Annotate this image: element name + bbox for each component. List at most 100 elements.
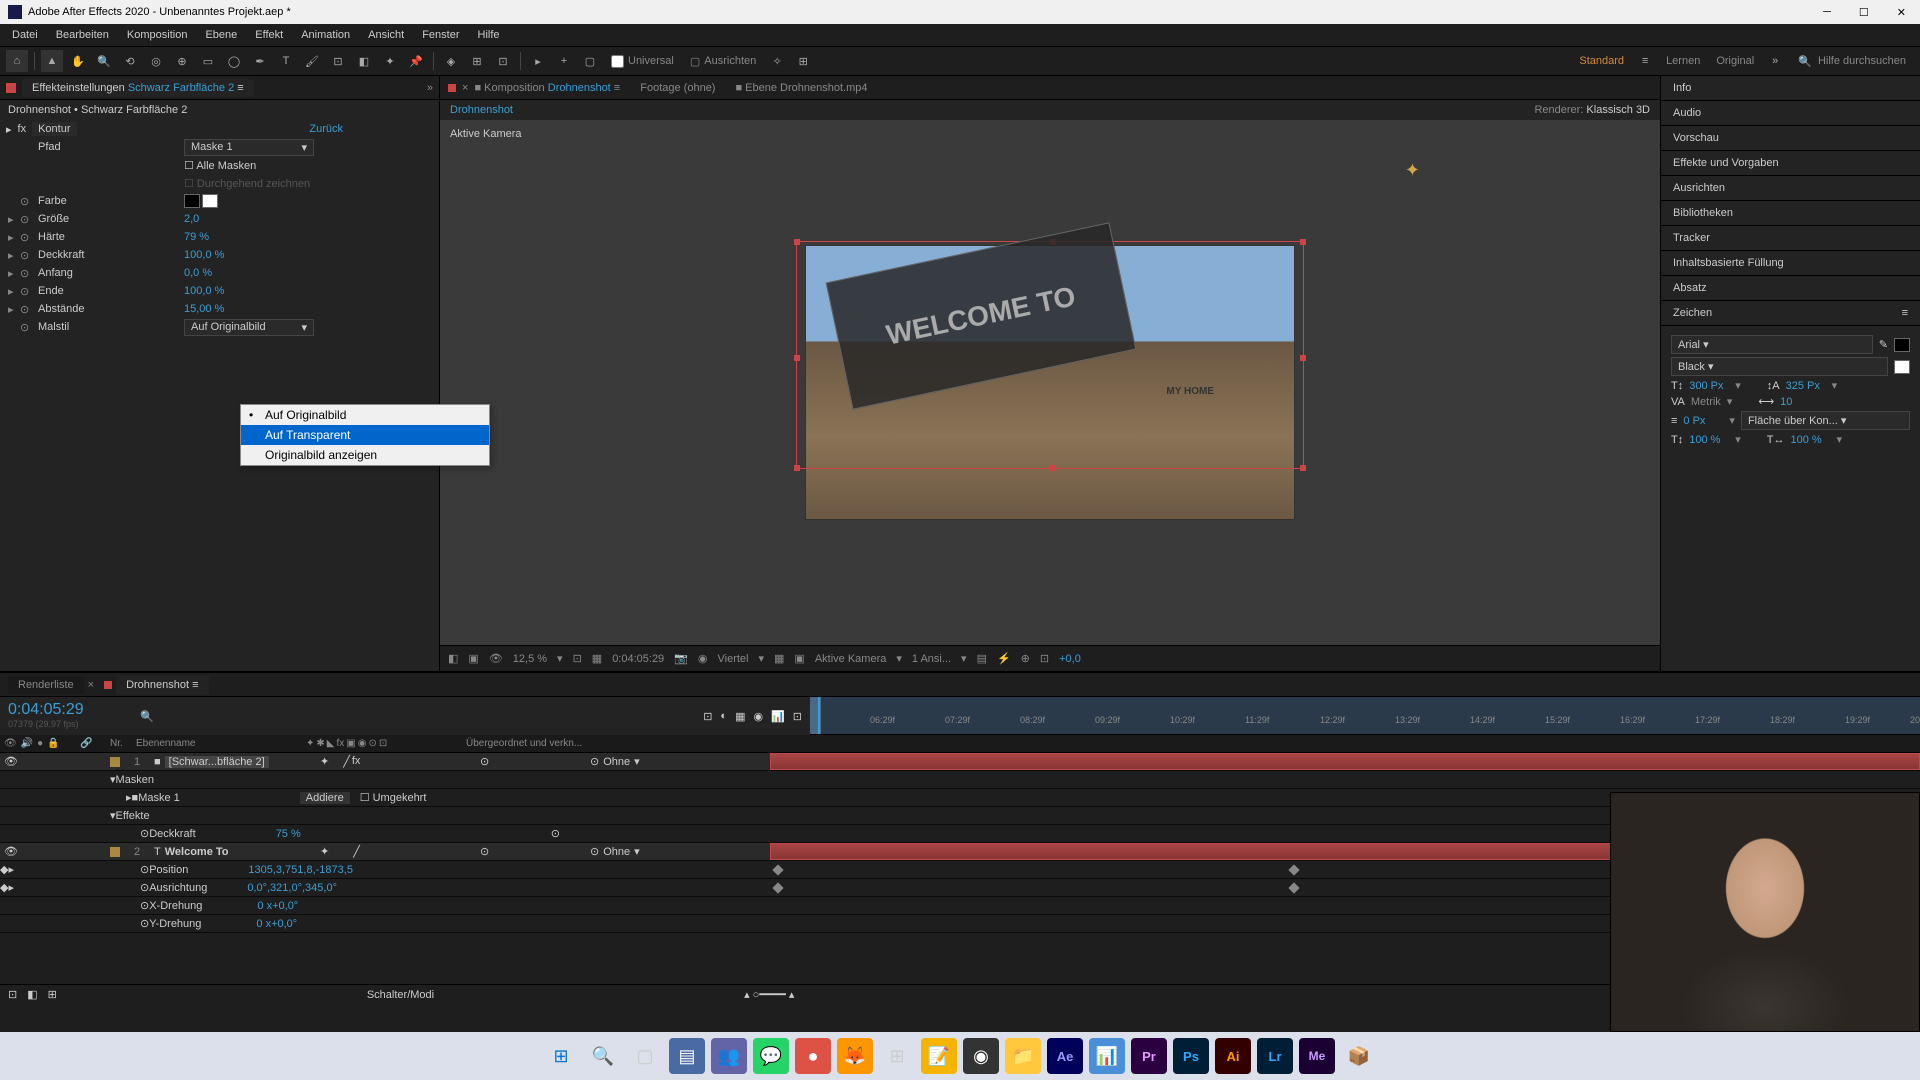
toggle-modes-icon[interactable]: ◧ bbox=[27, 988, 37, 1001]
layer2-ausrichtung[interactable]: Ausrichtung bbox=[149, 882, 207, 894]
layer1-name[interactable]: [Schwar...bfläche 2] bbox=[165, 756, 269, 768]
layer2-xdrehung-val[interactable]: 0 x+0,0° bbox=[257, 900, 298, 912]
zoom-dropdown[interactable]: 12,5 % bbox=[513, 653, 547, 665]
ende-value[interactable]: 100,0 % bbox=[184, 285, 224, 297]
menu-datei[interactable]: Datei bbox=[4, 27, 46, 43]
transparency-icon[interactable]: ▦ bbox=[774, 652, 784, 665]
timeline-icon[interactable]: ⊕ bbox=[1021, 652, 1030, 665]
premiere-icon[interactable]: Pr bbox=[1131, 1038, 1167, 1074]
snap-toggle-icon[interactable]: ✧ bbox=[766, 50, 788, 72]
vis-col-icon[interactable]: 👁 bbox=[4, 738, 17, 749]
minimize-button[interactable]: ─ bbox=[1817, 4, 1837, 21]
close-button[interactable]: ✕ bbox=[1891, 4, 1912, 21]
vscale-input[interactable]: 100 % bbox=[1689, 434, 1729, 446]
search-taskbar-icon[interactable]: 🔍 bbox=[585, 1038, 621, 1074]
lock-col-icon[interactable]: 🔒 bbox=[47, 738, 59, 749]
menu-ansicht[interactable]: Ansicht bbox=[360, 27, 412, 43]
after-effects-icon[interactable]: Ae bbox=[1047, 1038, 1083, 1074]
media-encoder-icon[interactable]: Me bbox=[1299, 1038, 1335, 1074]
current-timecode[interactable]: 0:04:05:29 bbox=[8, 701, 132, 719]
abstaende-value[interactable]: 15,00 % bbox=[184, 303, 224, 315]
workspace-lernen[interactable]: Lernen bbox=[1660, 55, 1706, 67]
font-size-input[interactable]: 300 Px bbox=[1689, 380, 1729, 392]
layer1-maske1[interactable]: Maske 1 bbox=[138, 792, 180, 804]
align-checkbox[interactable]: ▢Ausrichten bbox=[684, 55, 762, 68]
universal-checkbox[interactable]: Universal bbox=[605, 55, 680, 68]
camera-tool[interactable]: ◎ bbox=[145, 50, 167, 72]
channel-icon[interactable]: ◉ bbox=[698, 652, 708, 665]
menu-animation[interactable]: Animation bbox=[293, 27, 358, 43]
lightroom-icon[interactable]: Lr bbox=[1257, 1038, 1293, 1074]
toggle-transfer-icon[interactable]: ⊞ bbox=[48, 988, 57, 1001]
footer-label[interactable]: Schalter/Modi bbox=[367, 989, 434, 1001]
brush-tool[interactable]: 🖌 bbox=[301, 50, 323, 72]
farbe-swatch[interactable] bbox=[202, 194, 218, 208]
hscale-input[interactable]: 100 % bbox=[1791, 434, 1831, 446]
grid-icon[interactable]: ▦ bbox=[592, 652, 602, 665]
layer2-ydrehung[interactable]: Y-Drehung bbox=[149, 918, 201, 930]
view-count-dropdown[interactable]: 1 Ansi... bbox=[912, 653, 951, 665]
text-fill-swatch[interactable] bbox=[1894, 338, 1910, 352]
panel-audio[interactable]: Audio bbox=[1661, 101, 1920, 126]
snap-face-icon[interactable]: ▢ bbox=[579, 50, 601, 72]
workspace-standard[interactable]: Standard bbox=[1573, 55, 1630, 67]
timeline-search-icon[interactable]: 🔍 bbox=[140, 710, 154, 723]
keyframe[interactable] bbox=[1288, 882, 1299, 893]
composition-canvas[interactable]: Aktive Kamera ✦ WELCOME TO MY HOME bbox=[440, 120, 1660, 645]
haerte-value[interactable]: 79 % bbox=[184, 231, 209, 243]
task-view-icon[interactable]: ▢ bbox=[627, 1038, 663, 1074]
frame-blend-icon[interactable]: ▦ bbox=[735, 710, 745, 723]
shy-icon[interactable]: ◐ bbox=[720, 710, 727, 722]
layer-row-1[interactable]: 👁 1 ■[Schwar...bfläche 2] ✦╱fx ⊙ ⊙Ohne▾ bbox=[0, 753, 1920, 771]
leading-input[interactable]: 325 Px bbox=[1786, 380, 1826, 392]
rotate-tool[interactable]: ⟲ bbox=[119, 50, 141, 72]
workspace-original[interactable]: Original bbox=[1710, 55, 1760, 67]
exposure-value[interactable]: +0,0 bbox=[1059, 653, 1081, 665]
layer1-parent-dropdown[interactable]: Ohne bbox=[603, 756, 630, 768]
app-icon-blue[interactable]: 📊 bbox=[1089, 1038, 1125, 1074]
stroke-style-dropdown[interactable]: Fläche über Kon... ▾ bbox=[1741, 411, 1910, 430]
eraser-tool[interactable]: ◧ bbox=[353, 50, 375, 72]
malstil-dropdown[interactable]: Auf Originalbild▾ bbox=[184, 319, 314, 336]
menu-effekt[interactable]: Effekt bbox=[247, 27, 291, 43]
keyframe[interactable] bbox=[1288, 864, 1299, 875]
stroke-width-input[interactable]: 0 Px bbox=[1683, 415, 1723, 427]
pen-tool[interactable]: ✒ bbox=[249, 50, 271, 72]
hand-tool[interactable]: ✋ bbox=[67, 50, 89, 72]
maske1-mode[interactable]: Addiere bbox=[300, 792, 350, 804]
layer1-deckkraft[interactable]: Deckkraft bbox=[149, 828, 195, 840]
panel-zeichen[interactable]: Zeichen≡ bbox=[1661, 301, 1920, 326]
snap-grid-icon[interactable]: ⊞ bbox=[792, 50, 814, 72]
layer2-parent-dropdown[interactable]: Ohne bbox=[603, 846, 630, 858]
kerning-input[interactable]: Metrik bbox=[1691, 396, 1721, 408]
explorer-icon[interactable]: ▤ bbox=[669, 1038, 705, 1074]
tab-komposition[interactable]: ■ Komposition Drohnenshot ≡ bbox=[474, 82, 620, 94]
text-stroke-swatch[interactable] bbox=[1894, 360, 1910, 374]
tab-ebene[interactable]: ■ Ebene Drohnenshot.mp4 bbox=[735, 82, 867, 94]
clone-tool[interactable]: ⊡ bbox=[327, 50, 349, 72]
font-family-dropdown[interactable]: Arial ▾ bbox=[1671, 335, 1873, 354]
dropdown-auf-transparent[interactable]: Auf Transparent bbox=[241, 425, 489, 445]
file-explorer-icon[interactable]: 📁 bbox=[1005, 1038, 1041, 1074]
effect-reset[interactable]: Zurück bbox=[309, 123, 433, 135]
time-display[interactable]: 0:04:05:29 bbox=[612, 653, 664, 665]
local-axis-icon[interactable]: ◈ bbox=[440, 50, 462, 72]
ellipse-tool[interactable]: ◯ bbox=[223, 50, 245, 72]
comp-mini-icon[interactable]: ⊡ bbox=[703, 710, 712, 723]
layer2-position[interactable]: Position bbox=[149, 864, 188, 876]
whatsapp-icon[interactable]: 💬 bbox=[753, 1038, 789, 1074]
flowchart-icon[interactable]: ⊡ bbox=[1040, 652, 1049, 665]
region-icon[interactable]: ▣ bbox=[468, 652, 478, 665]
panel-info[interactable]: Info bbox=[1661, 76, 1920, 101]
layer1-effekte[interactable]: Effekte bbox=[116, 810, 150, 822]
dropdown-originalbild-anzeigen[interactable]: Originalbild anzeigen bbox=[241, 445, 489, 465]
time-ruler[interactable]: 06:29f 07:29f 08:29f 09:29f 10:29f 11:29… bbox=[810, 697, 1920, 735]
selection-tool[interactable]: ▲ bbox=[41, 50, 63, 72]
roto-tool[interactable]: ✦ bbox=[379, 50, 401, 72]
rect-tool[interactable]: ▭ bbox=[197, 50, 219, 72]
panel-tracker[interactable]: Tracker bbox=[1661, 226, 1920, 251]
renderer-value[interactable]: Klassisch 3D bbox=[1586, 104, 1650, 116]
eyedropper-icon[interactable]: ✎ bbox=[1879, 338, 1888, 351]
3d-icon[interactable]: ▣ bbox=[794, 652, 804, 665]
snap-edge-icon[interactable]: + bbox=[553, 50, 575, 72]
